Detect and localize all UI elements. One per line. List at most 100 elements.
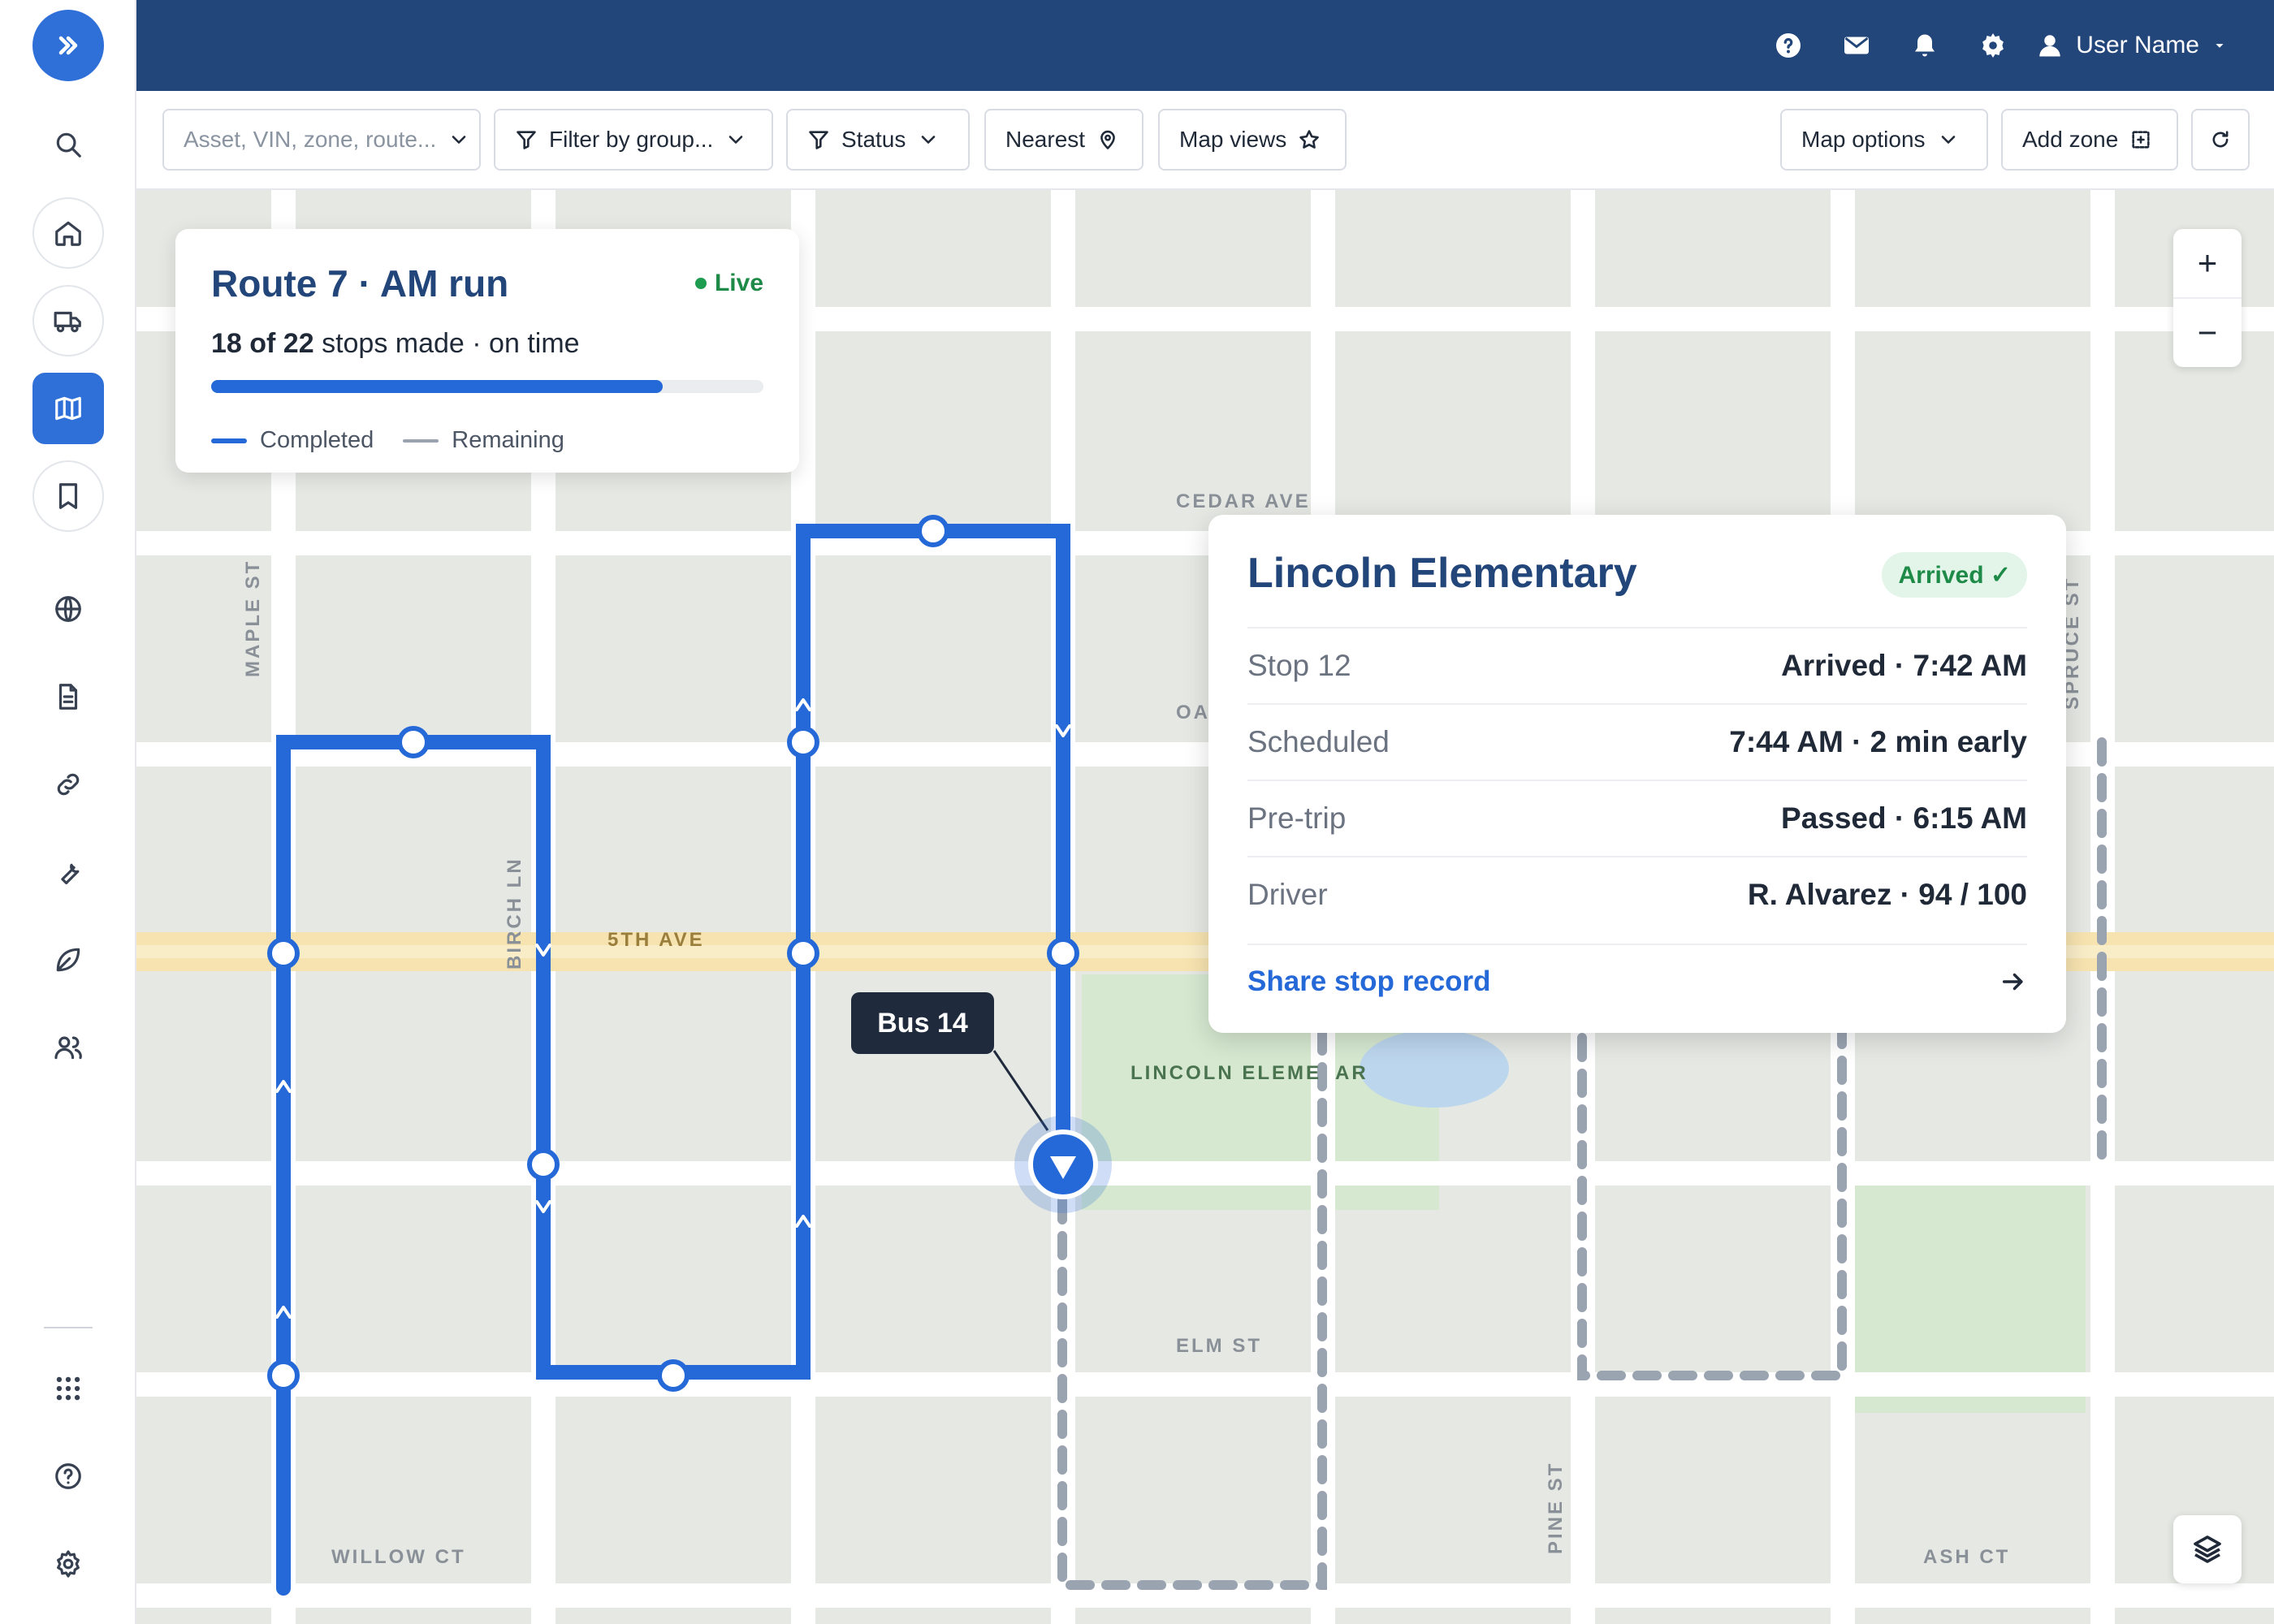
nav-apps[interactable] <box>32 1353 104 1424</box>
zoom-control: + − <box>2173 229 2242 367</box>
nav-vehicles[interactable] <box>32 285 104 356</box>
messages-button[interactable] <box>1822 0 1891 91</box>
filter-group-label: Filter by group... <box>549 127 714 152</box>
map-icon <box>55 396 81 421</box>
route-progress-fill <box>211 380 664 393</box>
filter-icon <box>809 131 828 149</box>
remaining-swatch <box>403 438 439 443</box>
stop-row: Scheduled 7:44 AM · 2 min early <box>1247 703 2027 780</box>
wrench-icon <box>61 863 80 885</box>
street-label-oak: OA <box>1176 702 1210 723</box>
stop-row-label: Driver <box>1247 878 1328 911</box>
park-label-end: AR <box>1335 1062 1368 1084</box>
stop-row-value: Passed · 6:15 AM <box>1781 801 2027 835</box>
stops-made-suffix: stops made · on time <box>322 328 580 359</box>
nav-settings[interactable] <box>32 1528 104 1600</box>
park-label: LINCOLN ELEME <box>1131 1062 1321 1084</box>
route-progress-text: 18 of 22 stops made · on time <box>211 328 580 360</box>
live-dot <box>694 278 707 289</box>
map-toolbar: Asset, VIN, zone, route... Filter by gro… <box>136 91 2274 190</box>
nav-integrations[interactable] <box>32 749 104 820</box>
bookmark-icon <box>58 483 78 509</box>
nav-people[interactable] <box>32 1012 104 1083</box>
stop-row: Pre-trip Passed · 6:15 AM <box>1247 780 2027 856</box>
globe-icon <box>55 596 81 622</box>
gear-icon <box>1982 33 2004 58</box>
nav-documents[interactable] <box>32 661 104 732</box>
apps-grid-icon <box>56 1376 80 1401</box>
help-circle-icon <box>55 1463 81 1489</box>
help-button[interactable] <box>1754 0 1822 91</box>
stop-row-value: Arrived · 7:42 AM <box>1781 649 2027 682</box>
chevron-down-icon <box>922 136 936 144</box>
top-bar: User Name <box>136 0 2274 91</box>
street-label-pine: PINE ST <box>1545 1461 1567 1554</box>
add-zone-button[interactable]: Add zone <box>2001 109 2178 171</box>
caret-down-icon <box>2216 44 2224 48</box>
stop-row-label: Pre-trip <box>1247 801 1347 835</box>
settings-button[interactable] <box>1959 0 2027 91</box>
nearest-button[interactable]: Nearest <box>984 109 1143 171</box>
nearest-label: Nearest <box>1005 127 1086 152</box>
route-progress-bar <box>211 380 763 393</box>
user-menu[interactable]: User Name <box>2035 31 2229 60</box>
nav-bookmarks[interactable] <box>32 460 104 532</box>
refresh-icon <box>2212 131 2229 148</box>
asset-search-select[interactable]: Asset, VIN, zone, route... <box>162 109 481 171</box>
truck-icon <box>54 311 81 333</box>
status-filter-dropdown[interactable]: Status <box>786 109 970 171</box>
filter-by-group-dropdown[interactable]: Filter by group... <box>494 109 773 171</box>
add-zone-icon <box>2132 131 2150 149</box>
map-options-dropdown[interactable]: Map options <box>1780 109 1988 171</box>
asset-search-placeholder: Asset, VIN, zone, route... <box>184 127 437 152</box>
completed-swatch <box>211 438 247 443</box>
refresh-button[interactable] <box>2191 109 2250 171</box>
stop-row-label: Stop 12 <box>1247 649 1351 682</box>
nav-maintenance[interactable] <box>32 836 104 908</box>
zoom-out-button[interactable]: − <box>2173 299 2242 367</box>
live-status-badge: Live <box>694 270 763 297</box>
map-pin-icon <box>1100 130 1115 149</box>
stop-row: Driver R. Alvarez · 94 / 100 <box>1247 856 2027 932</box>
map-views-button[interactable]: Map views <box>1158 109 1347 171</box>
nav-help[interactable] <box>32 1440 104 1512</box>
expand-sidebar-button[interactable] <box>32 10 104 81</box>
street-label-maple: MAPLE ST <box>242 559 264 677</box>
document-icon <box>58 684 78 710</box>
pond <box>1360 1030 1509 1108</box>
map-options-label: Map options <box>1801 127 1926 152</box>
street-label-willow: WILLOW CT <box>331 1546 466 1568</box>
live-label: Live <box>714 270 763 296</box>
chevron-down-icon <box>729 136 743 144</box>
left-navigation-rail <box>0 0 136 1624</box>
home-icon <box>55 221 81 246</box>
arrow-right-icon[interactable] <box>1999 968 2027 996</box>
share-stop-record-row[interactable]: Share stop record <box>1247 944 2027 1018</box>
chevron-down-icon <box>1941 136 1955 144</box>
nav-sustainability[interactable] <box>32 924 104 996</box>
nav-global[interactable] <box>32 573 104 645</box>
nav-map[interactable] <box>32 373 104 444</box>
street-label-elm: ELM ST <box>1176 1335 1262 1357</box>
leaf-icon <box>56 948 80 972</box>
notifications-button[interactable] <box>1891 0 1959 91</box>
users-icon <box>54 1036 82 1060</box>
stop-row-value: R. Alvarez · 94 / 100 <box>1747 878 2027 911</box>
filter-icon <box>517 131 536 149</box>
zoom-in-button[interactable]: + <box>2173 229 2242 297</box>
bus-label[interactable]: Bus 14 <box>851 992 994 1054</box>
share-stop-record-link[interactable]: Share stop record <box>1247 965 1491 998</box>
arrived-badge: Arrived ✓ <box>1882 552 2027 598</box>
user-name: User Name <box>2076 32 2199 58</box>
street-label-cedar: CEDAR AVE <box>1176 490 1311 512</box>
nav-home[interactable] <box>32 197 104 269</box>
route-legend: Completed Remaining <box>211 427 564 454</box>
street-label-birch: BIRCH LN <box>504 857 525 970</box>
search-nav-button[interactable] <box>32 109 104 180</box>
legend-remaining: Remaining <box>452 427 564 453</box>
stop-title: Lincoln Elementary <box>1247 550 1637 597</box>
street-label-5th: 5TH AVE <box>607 929 705 951</box>
stops-made-count: 18 of 22 <box>211 328 314 359</box>
stop-row: Stop 12 Arrived · 7:42 AM <box>1247 627 2027 703</box>
map-layers-button[interactable] <box>2173 1515 2242 1583</box>
